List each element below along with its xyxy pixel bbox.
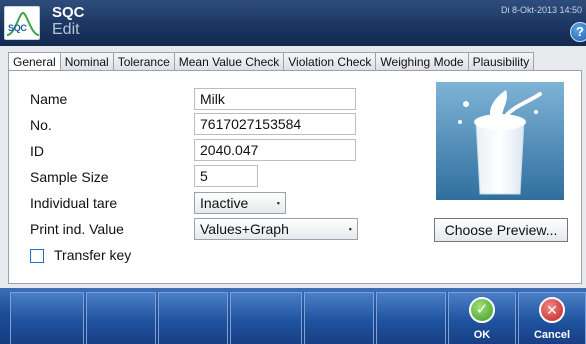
tab-strip: General Nominal Tolerance Mean Value Che… [8, 52, 535, 72]
tab-plausibility[interactable]: Plausibility [468, 52, 535, 71]
no-label: No. [30, 117, 52, 133]
sqc-logo: SQC [4, 6, 40, 40]
print-ind-value-value: Values+Graph [200, 221, 289, 237]
app-subtitle: Edit [52, 21, 80, 38]
individual-tare-value: Inactive [200, 195, 249, 211]
chevron-down-icon: ▪ [276, 198, 280, 208]
tab-weighing-mode[interactable]: Weighing Mode [376, 52, 469, 71]
tab-general[interactable]: General [8, 52, 61, 72]
title-bar: SQC SQC Edit Di 8-Okt-2013 14:50 ? [0, 0, 586, 46]
ok-label: OK [473, 329, 491, 341]
tab-mean-value-check[interactable]: Mean Value Check [174, 52, 285, 71]
name-label: Name [30, 91, 68, 107]
cancel-label: Cancel [533, 329, 571, 341]
tab-tolerance[interactable]: Tolerance [113, 52, 175, 71]
number-field[interactable]: 7617027153584 [194, 113, 356, 135]
name-field[interactable]: Milk [194, 88, 356, 110]
sample-size-label: Sample Size [30, 169, 109, 185]
transfer-key-label: Transfer key [54, 247, 132, 263]
cancel-x-icon: ✕ [539, 297, 565, 323]
chevron-down-icon: ▪ [348, 224, 352, 234]
datetime-display: Di 8-Okt-2013 14:50 [500, 5, 582, 15]
ok-button[interactable]: ✓ OK [448, 292, 516, 344]
function-key-6[interactable] [376, 292, 446, 344]
app-title: SQC [52, 4, 85, 21]
product-preview-image [436, 82, 564, 200]
function-key-3[interactable] [158, 292, 228, 344]
cancel-button[interactable]: ✕ Cancel [518, 292, 586, 344]
function-key-bar: ✓ OK ✕ Cancel [0, 288, 586, 344]
milk-glass-image [436, 82, 564, 200]
individual-tare-dropdown[interactable]: Inactive ▪ [194, 192, 286, 214]
print-ind-value-label: Print ind. Value [30, 221, 124, 237]
individual-tare-label: Individual tare [30, 195, 118, 211]
logo-text: SQC [8, 23, 27, 33]
tab-violation-check[interactable]: Violation Check [284, 52, 377, 71]
id-field[interactable]: 2040.047 [194, 139, 356, 161]
help-button[interactable]: ? [570, 22, 586, 42]
function-key-5[interactable] [304, 292, 374, 344]
function-key-2[interactable] [86, 292, 156, 344]
sample-size-field[interactable]: 5 [194, 165, 258, 187]
function-key-4[interactable] [230, 292, 302, 344]
tab-nominal[interactable]: Nominal [60, 52, 114, 71]
print-ind-value-dropdown[interactable]: Values+Graph ▪ [194, 218, 358, 240]
choose-preview-button[interactable]: Choose Preview... [434, 218, 568, 242]
id-label: ID [30, 143, 44, 159]
transfer-key-checkbox[interactable] [30, 249, 44, 263]
function-key-1[interactable] [10, 292, 84, 344]
question-icon: ? [576, 24, 584, 39]
checkmark-icon: ✓ [469, 297, 495, 323]
